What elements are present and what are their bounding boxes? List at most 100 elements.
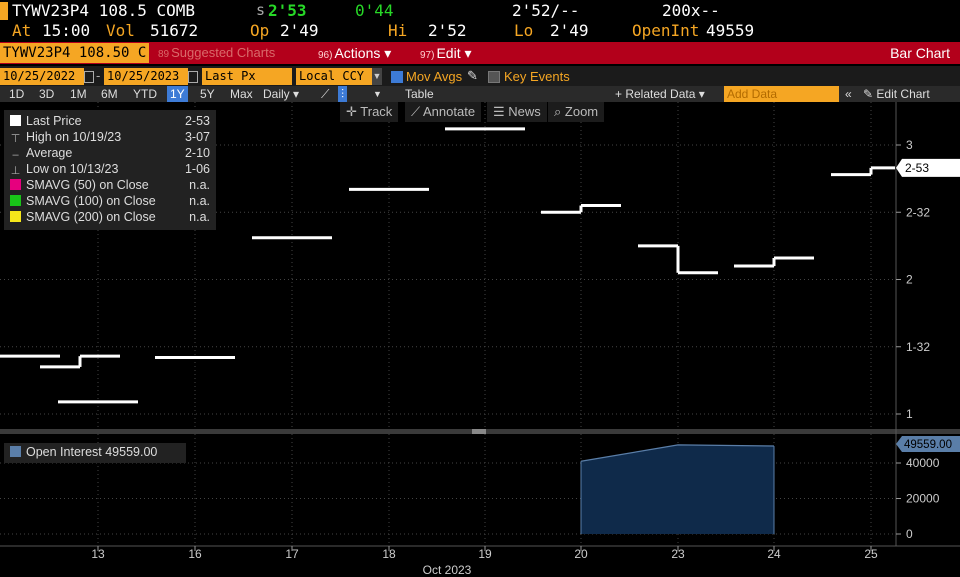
end-date-field[interactable]: 10/25/2023 — [104, 68, 188, 85]
x-tick-label: 25 — [864, 547, 878, 561]
sma200-swatch — [10, 211, 21, 222]
legend-label: Low on 10/13/23 — [26, 162, 119, 176]
calendar-icon[interactable] — [188, 71, 198, 83]
period-button-max[interactable]: Max — [227, 86, 256, 102]
legend-open-interest[interactable]: Open Interest 49559.00 — [10, 445, 180, 461]
legend-label: SMAVG (200) on Close — [26, 210, 156, 224]
x-tick-label: 23 — [671, 547, 685, 561]
period-button-1y[interactable]: 1Y — [167, 86, 188, 102]
legend-high[interactable]: ⊤ High on 10/19/23 3-07 — [10, 130, 210, 146]
period-button-5y[interactable]: 5Y — [197, 86, 218, 102]
calendar-icon[interactable] — [84, 71, 94, 83]
price-legend[interactable]: Last Price 2-53 ⊤ High on 10/19/23 3-07 – Av… — [4, 110, 216, 230]
edit-menu[interactable]: 97) Edit ▾ — [420, 43, 472, 63]
period-button-6m[interactable]: 6M — [98, 86, 121, 102]
legend-sma50[interactable]: SMAVG (50) on Close n.a. — [10, 178, 210, 194]
start-date-field[interactable]: 10/25/2022 — [0, 68, 84, 85]
chevron-down-icon[interactable]: ▼ — [372, 68, 382, 85]
settings-row: 10/25/2022 - 10/25/2023 Last Px Local CC… — [0, 66, 960, 88]
date-separator: - — [96, 68, 101, 83]
high-marker-icon: ⊤ — [10, 133, 21, 145]
pencil-icon[interactable]: ✎ — [467, 68, 478, 84]
oi-swatch — [10, 446, 21, 457]
news-icon: ☰ — [493, 104, 509, 119]
legend-low[interactable]: ⊥ Low on 10/13/23 1-06 — [10, 162, 210, 178]
legend-sma100[interactable]: SMAVG (100) on Close n.a. — [10, 194, 210, 210]
mov-avgs-label: Mov Avgs — [406, 69, 463, 84]
ticker[interactable]: TYWV23P4 108.5 COMB — [12, 1, 195, 20]
pencil-icon: ⟋ — [411, 104, 423, 119]
last-prefix: s — [256, 1, 266, 19]
suggested-charts-menu[interactable]: 89 Suggested Charts — [158, 43, 275, 63]
frequency-selector[interactable]: Daily ▾ — [260, 86, 302, 102]
currency-selector[interactable]: Local CCY — [296, 68, 374, 85]
legend-value: 49559.00 — [105, 445, 158, 459]
low-marker-icon: ⊥ — [10, 165, 21, 177]
y-tick-label: 1 — [906, 407, 913, 421]
edit-chart-label: Edit Chart — [876, 87, 930, 101]
zoom-label: Zoom — [564, 104, 599, 119]
low-label: Lo — [514, 21, 534, 40]
open-value: 2'49 — [280, 21, 319, 40]
ticker-marker — [0, 2, 8, 20]
key-events-label: Key Events — [504, 69, 570, 84]
line-chart-icon[interactable]: ⟋ — [318, 86, 332, 102]
vol-label: Vol — [106, 21, 135, 40]
period-button-ytd[interactable]: YTD — [130, 86, 160, 102]
period-button-1m[interactable]: 1M — [67, 86, 90, 102]
related-data-menu[interactable]: + Related Data ▾ — [612, 86, 708, 102]
x-tick-label: 20 — [574, 547, 588, 561]
zoom-tool[interactable]: ⌕ Zoom — [548, 102, 605, 122]
last-price-tag-label: 2-53 — [905, 161, 929, 175]
x-tick-label: 18 — [382, 547, 396, 561]
legend-average[interactable]: – Average 2-10 — [10, 146, 210, 162]
legend-last-price[interactable]: Last Price 2-53 — [10, 114, 210, 130]
legend-value: 2-53 — [184, 114, 210, 128]
edit-chart-button[interactable]: ✎ Edit Chart — [860, 86, 933, 102]
track-tool[interactable]: ✛ Track — [340, 102, 399, 122]
bid-ask-size: 200x-- — [662, 1, 720, 20]
period-button-1d[interactable]: 1D — [6, 86, 27, 102]
legend-sma200[interactable]: SMAVG (200) on Close n.a. — [10, 210, 210, 226]
bid-ask: 2'52/-- — [512, 1, 580, 20]
pane-resize-handle — [472, 429, 486, 434]
period-button-3d[interactable]: 3D — [36, 86, 57, 102]
legend-value: n.a. — [189, 210, 210, 224]
security-field[interactable]: TYWV23P4 108.50 C — [0, 43, 150, 63]
key-events-checkbox[interactable] — [488, 71, 500, 83]
y-tick-label: 1-32 — [906, 340, 930, 354]
track-label: Track — [360, 104, 393, 119]
oi-legend[interactable]: Open Interest 49559.00 — [4, 443, 186, 463]
sma50-swatch — [10, 179, 21, 190]
actions-menu[interactable]: 96) Actions ▾ — [318, 43, 391, 63]
high-value: 2'52 — [428, 21, 467, 40]
collapse-icon[interactable]: « — [842, 86, 855, 102]
bar-chart-icon[interactable]: ⫶ — [338, 86, 348, 102]
last-price-swatch — [10, 115, 21, 126]
legend-value: 2-10 — [184, 146, 210, 160]
mov-avgs-checkbox[interactable] — [391, 71, 403, 83]
pencil-icon: ✎ — [863, 87, 877, 101]
news-label: News — [508, 104, 541, 119]
net-change: 0'44 — [355, 1, 394, 20]
x-tick-label: 16 — [188, 547, 202, 561]
y-tick-label: 3 — [906, 138, 913, 152]
high-label: Hi — [388, 21, 408, 40]
field-selector[interactable]: Last Px — [202, 68, 292, 85]
legend-label: Average — [26, 146, 73, 160]
news-tool[interactable]: ☰ News — [487, 102, 547, 122]
x-tick-label: 13 — [91, 547, 105, 561]
chart-type-title: Bar Chart — [890, 45, 950, 61]
suggested-charts-label: Suggested Charts — [171, 45, 276, 60]
chevron-down-icon[interactable]: ▼ — [370, 86, 385, 102]
legend-label: Last Price — [26, 114, 82, 128]
x-tick-label: 24 — [767, 547, 781, 561]
legend-label: SMAVG (50) on Close — [26, 178, 149, 192]
add-data-field[interactable]: Add Data — [724, 86, 839, 102]
annotate-tool[interactable]: ⟋ Annotate — [405, 102, 482, 122]
table-button[interactable]: Table — [402, 86, 437, 102]
low-value: 2'49 — [550, 21, 589, 40]
crosshair-icon: ✛ — [346, 104, 361, 119]
time-value: 15:00 — [42, 21, 91, 40]
oi-y-tick-label: 20000 — [906, 492, 940, 506]
